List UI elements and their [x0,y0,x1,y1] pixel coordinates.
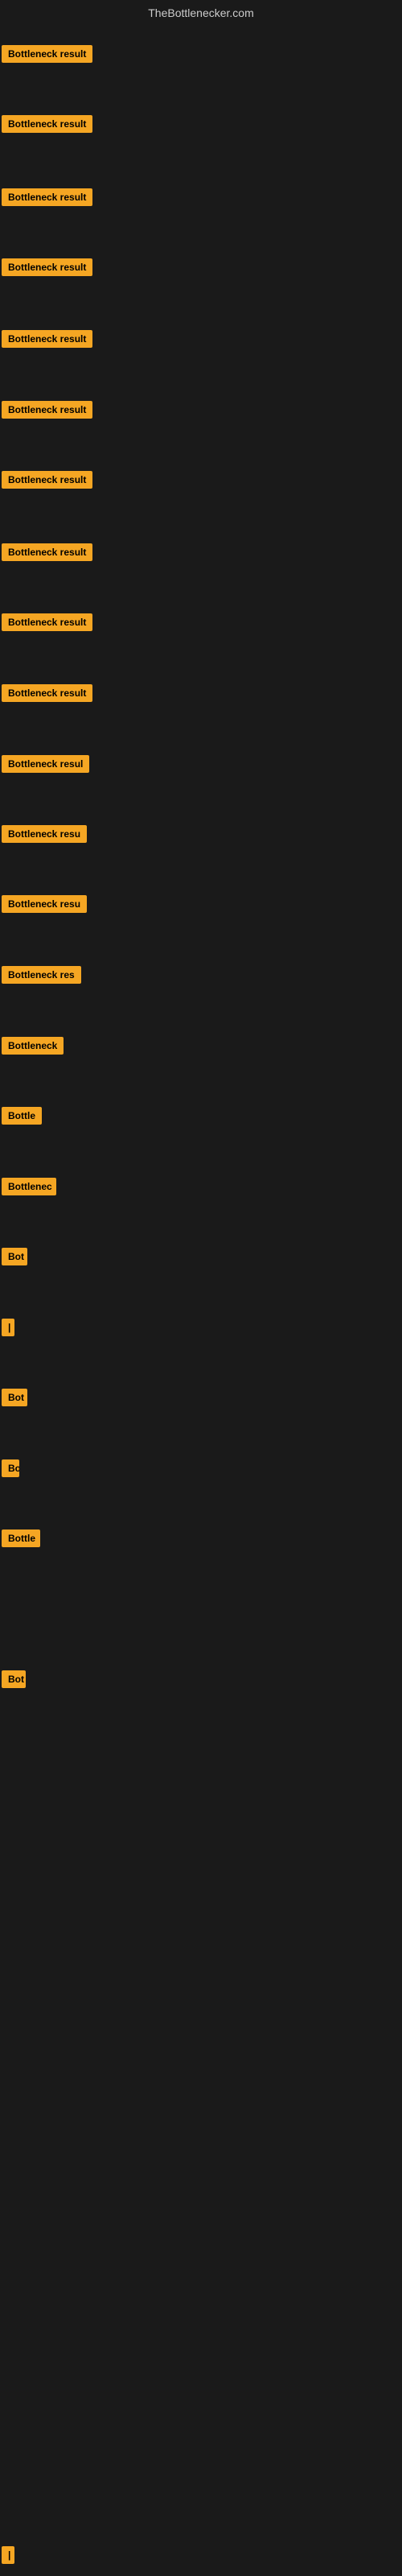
badge-container-5: Bottleneck result [2,401,92,423]
badge-container-1: Bottleneck result [2,115,92,137]
badge-container-6: Bottleneck result [2,471,92,493]
site-title: TheBottlenecker.com [0,0,402,26]
bottleneck-badge-13: Bottleneck res [2,966,81,984]
badge-container-2: Bottleneck result [2,188,92,210]
badge-container-20: Bo [2,1459,19,1481]
bottleneck-badge-10: Bottleneck resul [2,755,89,773]
bottleneck-badge-8: Bottleneck result [2,613,92,631]
badge-container-8: Bottleneck result [2,613,92,635]
bottleneck-badge-19: Bot [2,1389,27,1406]
bottleneck-badge-11: Bottleneck resu [2,825,87,843]
badge-container-4: Bottleneck result [2,330,92,352]
bottleneck-badge-7: Bottleneck result [2,543,92,561]
badge-container-15: Bottle [2,1107,42,1129]
bottleneck-badge-3: Bottleneck result [2,258,92,276]
bottleneck-badge-12: Bottleneck resu [2,895,87,913]
bottleneck-badge-9: Bottleneck result [2,684,92,702]
bottleneck-badge-21: Bottle [2,1530,40,1547]
bottleneck-badge-23: Bot [2,1670,26,1688]
badge-container-13: Bottleneck res [2,966,81,988]
bottleneck-badge-15: Bottle [2,1107,42,1125]
bottleneck-badge-6: Bottleneck result [2,471,92,489]
badge-container-11: Bottleneck resu [2,825,87,847]
badge-container-21: Bottle [2,1530,40,1551]
bottleneck-badge-24: | [2,2546,14,2564]
bottleneck-badge-0: Bottleneck result [2,45,92,63]
badge-container-17: Bot [2,1248,27,1269]
bottleneck-badge-2: Bottleneck result [2,188,92,206]
bottleneck-badge-5: Bottleneck result [2,401,92,419]
badge-container-16: Bottlenec [2,1178,56,1199]
bottleneck-badge-16: Bottlenec [2,1178,56,1195]
bottleneck-badge-20: Bo [2,1459,19,1477]
badge-container-23: Bot [2,1670,26,1692]
bottleneck-badge-17: Bot [2,1248,27,1265]
badge-container-12: Bottleneck resu [2,895,87,917]
badge-container-0: Bottleneck result [2,45,92,67]
badge-container-24: | [2,2546,14,2568]
badge-container-19: Bot [2,1389,27,1410]
badge-container-7: Bottleneck result [2,543,92,565]
badge-container-18: | [2,1319,14,1340]
bottleneck-badge-14: Bottleneck [2,1037,64,1055]
bottleneck-badge-4: Bottleneck result [2,330,92,348]
badge-container-14: Bottleneck [2,1037,64,1059]
bottleneck-badge-1: Bottleneck result [2,115,92,133]
badge-container-10: Bottleneck resul [2,755,89,777]
bottleneck-badge-18: | [2,1319,14,1336]
badge-container-3: Bottleneck result [2,258,92,280]
badge-container-9: Bottleneck result [2,684,92,706]
